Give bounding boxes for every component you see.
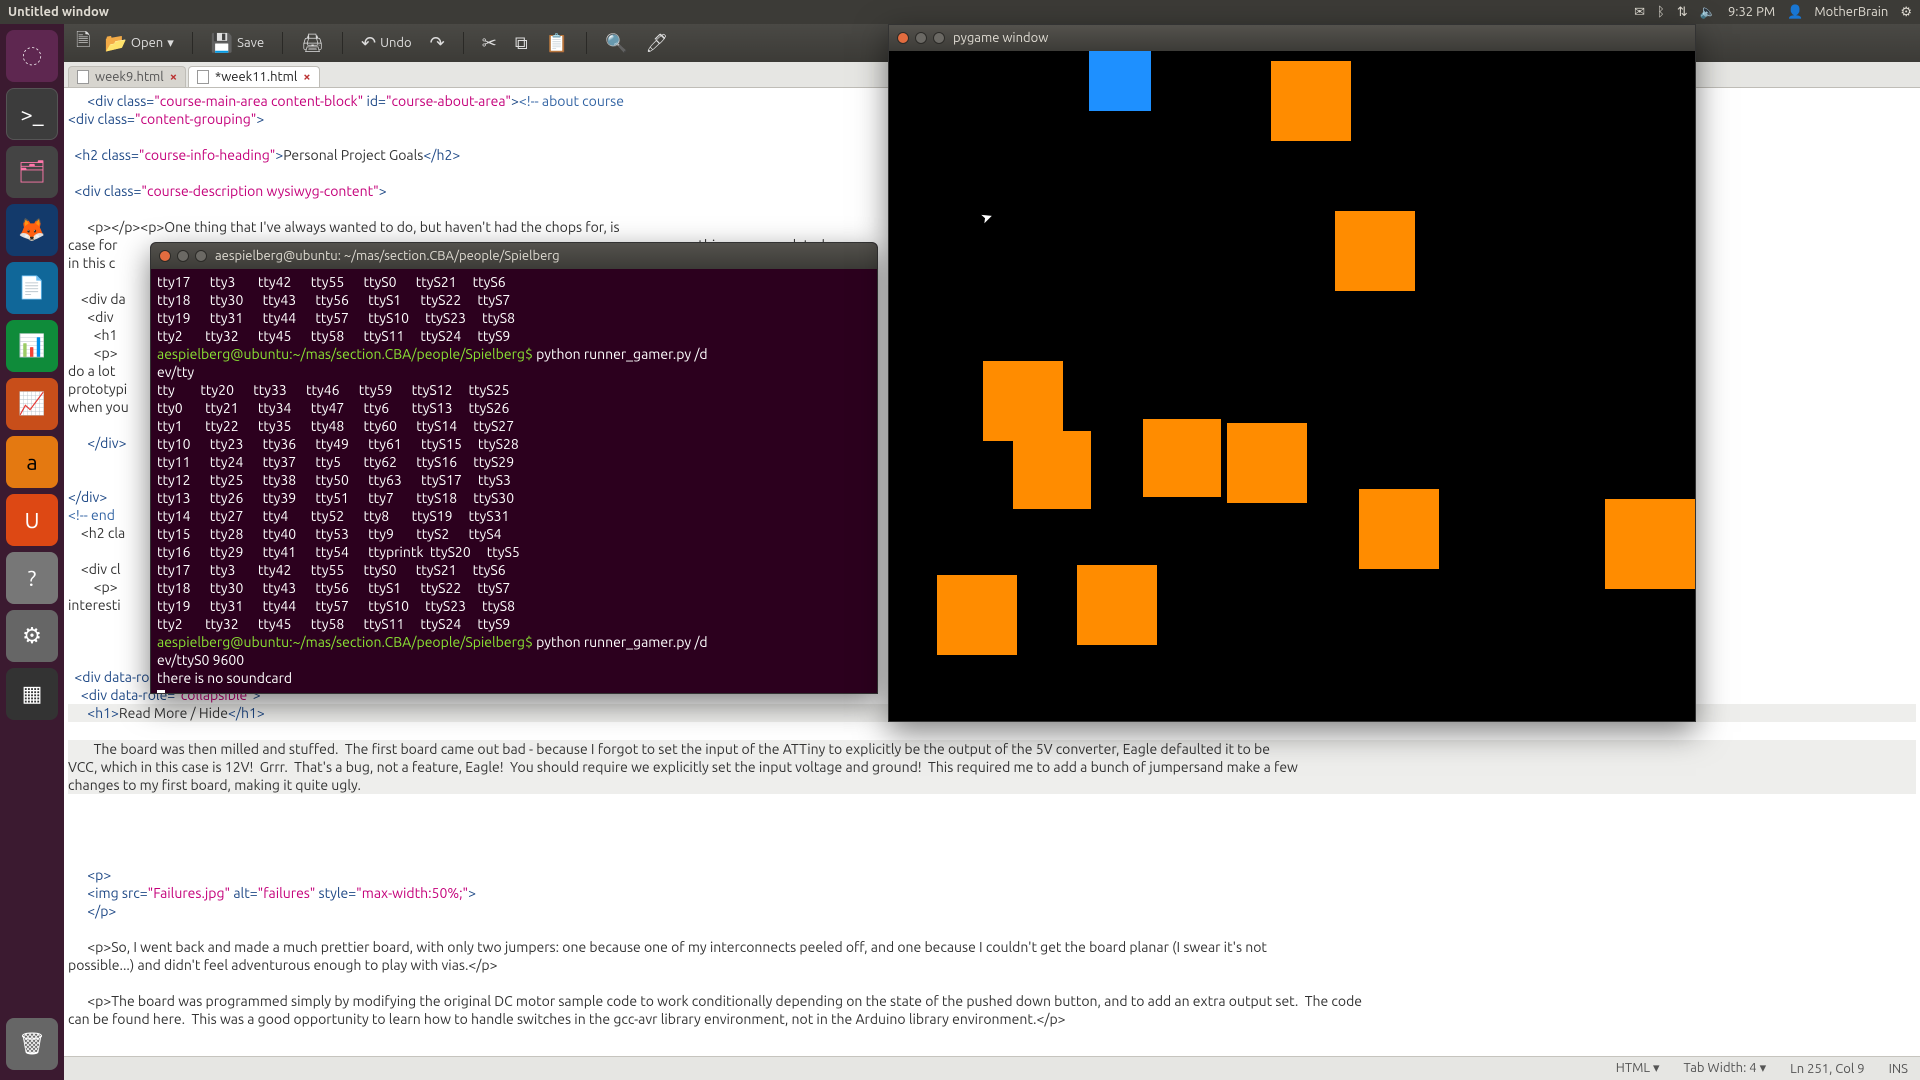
sound-icon[interactable]: 🔈 — [1700, 5, 1716, 20]
obstacle-rect — [1271, 61, 1351, 141]
network-icon[interactable]: ⇅ — [1677, 5, 1688, 20]
minimize-icon[interactable] — [915, 32, 927, 44]
launcher-settings[interactable]: ⚙ — [6, 610, 58, 662]
language-picker[interactable]: HTML ▾ — [1616, 1061, 1660, 1076]
terminal-cursor — [157, 690, 165, 694]
mail-icon[interactable]: ✉ — [1634, 5, 1645, 20]
maximize-icon[interactable] — [195, 250, 207, 262]
obstacle-rect — [1359, 489, 1439, 569]
obstacle-rect — [1013, 431, 1091, 509]
tab-week11[interactable]: *week11.html× — [188, 66, 320, 87]
obstacle-rect — [1143, 419, 1221, 497]
gedit-statusbar: HTML ▾ Tab Width: 4 ▾ Ln 251, Col 9 INS — [64, 1056, 1920, 1080]
open-button[interactable]: 📂Open ▾ — [100, 31, 177, 56]
minimize-icon[interactable] — [177, 250, 189, 262]
top-panel: Untitled window ✉ ᛒ ⇅ 🔈 9:32 PM 👤 Mother… — [0, 0, 1920, 24]
replace-button[interactable]: 🖊 — [642, 31, 673, 56]
window-title: Untitled window — [8, 5, 109, 19]
copy-button[interactable]: ⧉ — [511, 31, 532, 56]
pygame-titlebar[interactable]: pygame window — [889, 25, 1695, 51]
print-button[interactable]: 🖨 — [297, 31, 328, 56]
open-icon: 📂 — [104, 33, 126, 54]
terminal-titlebar[interactable]: aespielberg@ubuntu: ~/mas/section.CBA/pe… — [151, 243, 877, 269]
cut-icon: ✂ — [482, 33, 497, 54]
close-icon[interactable] — [159, 250, 171, 262]
cut-button[interactable]: ✂ — [478, 31, 501, 56]
document-icon — [197, 70, 209, 84]
user-menu[interactable]: 👤 MotherBrain — [1787, 5, 1888, 20]
launcher-calc[interactable]: 📊 — [6, 320, 58, 372]
obstacle-rect — [983, 361, 1063, 441]
redo-button[interactable]: ↷ — [426, 31, 449, 56]
replace-icon: 🖊 — [646, 33, 669, 54]
redo-icon: ↷ — [430, 33, 445, 54]
close-icon[interactable] — [897, 32, 909, 44]
terminal-title: aespielberg@ubuntu: ~/mas/section.CBA/pe… — [215, 249, 560, 263]
obstacle-rect — [1335, 211, 1415, 291]
paste-button[interactable]: 📋 — [542, 31, 572, 56]
launcher-workspace[interactable]: ▦ — [6, 668, 58, 720]
copy-icon: ⧉ — [515, 33, 528, 54]
pygame-canvas[interactable]: ➤ — [889, 51, 1695, 721]
close-icon[interactable]: × — [303, 70, 310, 84]
paste-icon: 📋 — [546, 33, 568, 54]
launcher-files[interactable]: 🗂 — [6, 146, 58, 198]
maximize-icon[interactable] — [933, 32, 945, 44]
launcher: ◌ >_ 🗂 🦊 📄 📊 📈 a U ✎ ? ⚙ ▦ 🗑 — [0, 24, 64, 1080]
launcher-help[interactable]: ? — [6, 552, 58, 604]
terminal-body[interactable]: tty17 tty3 tty42 tty55 ttyS0 ttyS21 ttyS… — [151, 269, 877, 693]
launcher-dash[interactable]: ◌ — [6, 30, 58, 82]
player-rect — [1089, 51, 1151, 111]
clock[interactable]: 9:32 PM — [1728, 5, 1775, 19]
new-button[interactable]: 🗎 — [72, 26, 94, 60]
launcher-amazon[interactable]: a — [6, 436, 58, 488]
pygame-window[interactable]: pygame window ➤ — [888, 24, 1696, 722]
pygame-title: pygame window — [953, 31, 1048, 45]
new-file-icon: 🗎 — [76, 28, 90, 58]
find-icon: 🔍 — [605, 33, 627, 54]
cursor-position: Ln 251, Col 9 — [1790, 1062, 1864, 1076]
bluetooth-icon[interactable]: ᛒ — [1657, 5, 1665, 19]
save-icon: 💾 — [211, 33, 233, 54]
launcher-impress[interactable]: 📈 — [6, 378, 58, 430]
obstacle-rect — [937, 575, 1017, 655]
terminal-window[interactable]: aespielberg@ubuntu: ~/mas/section.CBA/pe… — [150, 242, 878, 694]
tab-width-picker[interactable]: Tab Width: 4 ▾ — [1684, 1061, 1767, 1076]
save-button[interactable]: 💾Save — [207, 31, 268, 56]
find-button[interactable]: 🔍 — [601, 31, 631, 56]
obstacle-rect — [1605, 499, 1695, 589]
undo-icon: ↶ — [361, 33, 376, 54]
mouse-cursor-icon: ➤ — [978, 208, 995, 228]
undo-button[interactable]: ↶Undo — [357, 31, 416, 56]
tab-week9[interactable]: week9.html× — [68, 66, 186, 87]
system-tray: ✉ ᛒ ⇅ 🔈 9:32 PM 👤 MotherBrain ⚙ — [1634, 5, 1912, 20]
insert-mode: INS — [1889, 1062, 1908, 1076]
document-icon — [77, 70, 89, 84]
launcher-software-center[interactable]: U — [6, 494, 58, 546]
obstacle-rect — [1077, 565, 1157, 645]
launcher-writer[interactable]: 📄 — [6, 262, 58, 314]
close-icon[interactable]: × — [170, 70, 177, 84]
launcher-terminal[interactable]: >_ — [6, 88, 58, 140]
launcher-firefox[interactable]: 🦊 — [6, 204, 58, 256]
print-icon: 🖨 — [301, 33, 324, 54]
launcher-trash[interactable]: 🗑 — [6, 1018, 58, 1070]
gear-icon[interactable]: ⚙ — [1900, 5, 1912, 20]
obstacle-rect — [1227, 423, 1307, 503]
